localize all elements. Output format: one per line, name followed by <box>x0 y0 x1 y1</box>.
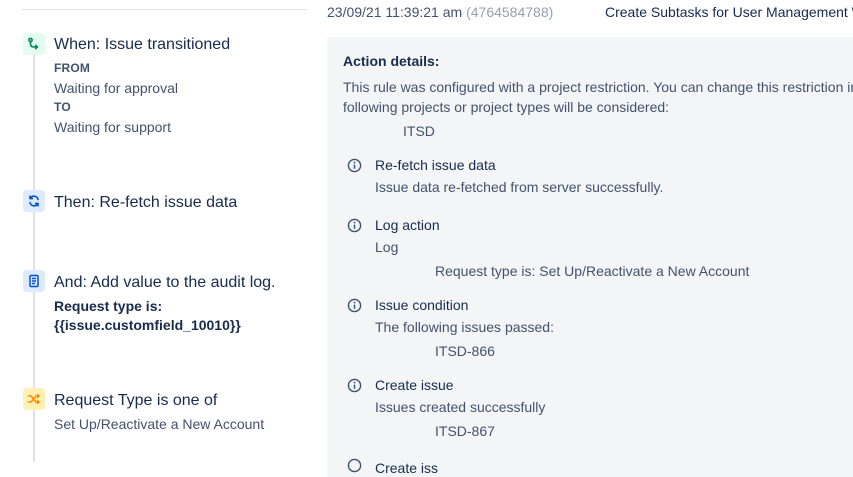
action-description: Log <box>375 239 399 255</box>
action-title-partial: Create iss <box>375 460 439 476</box>
action-description: Issue data re-fetched from server succes… <box>375 179 664 195</box>
info-icon <box>347 378 362 393</box>
condition-value: Set Up/Reactivate a New Account <box>54 416 265 432</box>
action-description: The following issues passed: <box>375 319 554 335</box>
info-icon <box>347 218 362 233</box>
to-value: Waiting for support <box>54 119 171 135</box>
log-timestamp: 23/09/21 11:39:21 am (4764584788) <box>327 4 554 20</box>
log-entry-header[interactable]: 23/09/21 11:39:21 am (4764584788) Create… <box>327 4 853 22</box>
action-title: Create issue <box>375 377 454 393</box>
from-label: FROM <box>54 61 91 75</box>
from-value: Waiting for approval <box>54 80 178 96</box>
action-sub-value: Request type is: Set Up/Reactivate a New… <box>435 263 750 279</box>
action-title: Issue condition <box>375 297 469 313</box>
to-label: TO <box>54 100 71 114</box>
action-details-heading: Action details: <box>343 53 440 69</box>
action-title: Log action <box>375 217 440 233</box>
audit-line-1: Request type is: <box>54 298 163 314</box>
rule-name: Create Subtasks for User Management W <box>605 4 853 20</box>
step-audit-title[interactable]: And: Add value to the audit log. <box>54 274 276 292</box>
info-icon <box>347 458 362 473</box>
divider <box>22 9 307 10</box>
trigger-branch-icon <box>23 33 45 55</box>
issue-key-link[interactable]: ITSD-867 <box>435 423 495 439</box>
audit-line-2: {{issue.customfield_10010}} <box>54 317 241 333</box>
step-condition-title[interactable]: Request Type is one of <box>54 392 217 410</box>
action-details-panel: Action details: This rule was configured… <box>327 37 853 477</box>
refresh-icon <box>23 190 45 212</box>
step-refetch-title[interactable]: Then: Re-fetch issue data <box>54 194 237 212</box>
restriction-text-2: following projects or project types will… <box>343 99 670 115</box>
audit-log-entry: 23/09/21 11:39:21 am (4764584788) Create… <box>327 0 853 477</box>
info-icon <box>347 158 362 173</box>
project-key: ITSD <box>403 123 435 139</box>
action-title: Re-fetch issue data <box>375 157 496 173</box>
info-icon <box>347 298 362 313</box>
issue-key-link[interactable]: ITSD-866 <box>435 343 495 359</box>
audit-log-icon <box>23 270 45 292</box>
action-description: Issues created successfully <box>375 399 546 415</box>
execution-id: (4764584788) <box>466 4 554 20</box>
rule-timeline: When: Issue transitioned FROM Waiting fo… <box>0 0 310 462</box>
step-trigger-title[interactable]: When: Issue transitioned <box>54 36 230 54</box>
restriction-text-1: This rule was configured with a project … <box>343 79 853 95</box>
shuffle-icon <box>23 388 45 410</box>
